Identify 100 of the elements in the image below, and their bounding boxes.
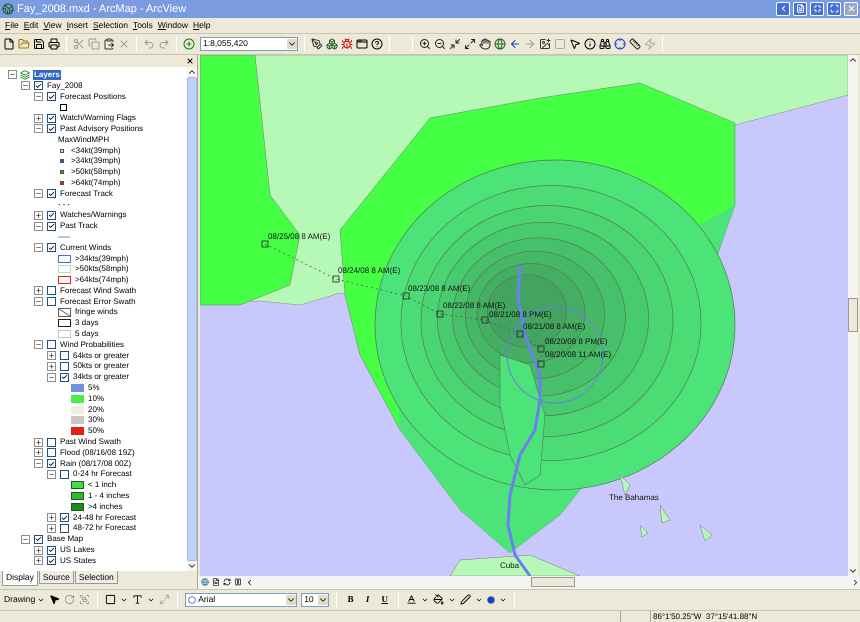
layer-checkbox[interactable]	[47, 243, 56, 252]
layer-checkbox[interactable]	[47, 459, 56, 468]
toc-item[interactable]: 64kts or greater	[73, 350, 130, 361]
panel-tab[interactable]: Display	[2, 570, 38, 586]
layer-checkbox[interactable]	[60, 524, 69, 533]
back-arrow-icon[interactable]	[509, 38, 521, 50]
window-button[interactable]	[793, 2, 807, 16]
font-color-icon[interactable]	[406, 594, 418, 606]
toc-item[interactable]: Forecast Positions	[60, 92, 126, 102]
new-document-icon[interactable]	[3, 38, 15, 50]
horizontal-scrollbar[interactable]	[245, 576, 860, 588]
toc-item[interactable]: 50kts or greater	[73, 361, 130, 372]
panel-tab[interactable]: Selection	[74, 570, 118, 584]
expand-toggle[interactable]	[47, 513, 56, 522]
data-view-icon[interactable]	[201, 578, 209, 586]
toc-item[interactable]: Past Wind Swath	[60, 437, 121, 448]
drawing-menu[interactable]: Drawing	[4, 593, 46, 606]
layer-checkbox[interactable]	[47, 297, 56, 306]
toc-item[interactable]: Watch/Warning Flags	[60, 113, 136, 124]
help-button[interactable]	[776, 2, 790, 16]
layer-checkbox[interactable]	[60, 362, 69, 371]
menu-item[interactable]: Edit	[24, 18, 38, 32]
layer-checkbox[interactable]	[60, 470, 69, 479]
paste-icon[interactable]	[103, 38, 115, 50]
menu-item[interactable]: Help	[193, 18, 211, 32]
rectangle-icon[interactable]	[105, 594, 116, 606]
toc-item[interactable]: 34kts or greater	[73, 372, 130, 382]
expand-toggle[interactable]	[34, 556, 43, 566]
layer-checkbox[interactable]	[47, 448, 56, 458]
toc-item[interactable]: Forecast Track	[60, 188, 113, 199]
layer-checkbox[interactable]	[47, 340, 56, 350]
layer-checkbox[interactable]	[60, 351, 69, 360]
toc-item[interactable]: 48-72 hr Forecast	[73, 523, 136, 534]
toc-item[interactable]: Past Advisory Positions	[60, 124, 144, 134]
toc-item[interactable]: Flood (08/16/08 19Z)	[60, 448, 135, 458]
open-folder-icon[interactable]	[18, 38, 30, 50]
layer-checkbox[interactable]	[47, 222, 56, 231]
toc-item[interactable]: Fay_2008	[47, 80, 83, 91]
toc-item[interactable]: Forecast Error Swath	[60, 296, 136, 307]
find-icon[interactable]	[599, 38, 611, 50]
font-size-field[interactable]: 10	[301, 592, 330, 607]
collapse-toggle[interactable]	[34, 243, 43, 252]
collapse-toggle[interactable]	[34, 459, 43, 468]
toc-item[interactable]: Past Track	[60, 221, 98, 232]
expand-toggle[interactable]	[34, 448, 43, 458]
help-pointer-icon[interactable]	[371, 38, 383, 50]
font-style-button[interactable]: U	[378, 593, 392, 607]
collapse-toggle[interactable]	[21, 81, 30, 90]
scale-field[interactable]: 1:8,055,420	[200, 36, 298, 51]
collapse-toggle[interactable]	[34, 92, 43, 102]
zoom-in-icon[interactable]	[419, 38, 431, 50]
layer-checkbox[interactable]	[60, 513, 69, 522]
fill-color-icon[interactable]	[433, 594, 444, 606]
expand-toggle[interactable]	[34, 546, 43, 555]
expand-toggle[interactable]	[34, 114, 43, 123]
collapse-toggle[interactable]	[8, 70, 17, 80]
expand-toggle[interactable]	[34, 210, 43, 220]
refresh-icon[interactable]	[223, 578, 231, 586]
toc-item[interactable]: US Lakes	[60, 545, 95, 556]
close-button[interactable]	[844, 2, 858, 16]
layer-checkbox[interactable]	[47, 556, 56, 566]
fixed-zoom-in-icon[interactable]	[449, 38, 461, 50]
collapse-toggle[interactable]	[47, 470, 56, 479]
text-tool-icon[interactable]	[132, 594, 144, 606]
collapse-toggle[interactable]	[21, 534, 30, 544]
font-style-button[interactable]: B	[344, 593, 358, 607]
toc-item[interactable]: Layers	[33, 70, 61, 80]
minimize-button[interactable]	[810, 2, 824, 16]
toc-item[interactable]: Rain (08/17/08 00Z)	[60, 458, 132, 469]
scroll-thumb[interactable]	[530, 577, 574, 588]
restore-button[interactable]	[827, 2, 841, 16]
fixed-zoom-out-icon[interactable]	[464, 38, 476, 50]
add-data-icon[interactable]	[183, 38, 195, 50]
pan-icon[interactable]	[479, 38, 491, 50]
layer-checkbox[interactable]	[47, 189, 56, 198]
toc-item[interactable]: Current Winds	[60, 242, 112, 253]
collapse-toggle[interactable]	[34, 297, 43, 306]
identify-icon[interactable]	[584, 38, 596, 50]
collapse-toggle[interactable]	[34, 189, 43, 198]
layer-checkbox[interactable]	[47, 114, 56, 123]
menu-item[interactable]: Selection	[92, 18, 128, 32]
menu-item[interactable]: Tools	[132, 18, 153, 32]
collapse-toggle[interactable]	[34, 124, 43, 134]
menu-item[interactable]: Insert	[66, 18, 88, 32]
scroll-thumb[interactable]	[848, 298, 858, 332]
layer-checkbox[interactable]	[47, 286, 56, 296]
layer-checkbox[interactable]	[34, 81, 43, 90]
layout-view-icon[interactable]	[212, 578, 220, 586]
toc-item[interactable]: Base Map	[47, 534, 84, 544]
toc-item[interactable]: Wind Probabilities	[60, 340, 124, 350]
window-icon[interactable]	[356, 38, 368, 50]
collapse-toggle[interactable]	[34, 340, 43, 350]
expand-toggle[interactable]	[47, 362, 56, 371]
full-extent-icon[interactable]	[494, 38, 506, 50]
menu-item[interactable]: File	[5, 18, 19, 32]
layer-checkbox[interactable]	[47, 210, 56, 220]
expand-toggle[interactable]	[34, 438, 43, 447]
font-style-button[interactable]: I	[361, 593, 374, 607]
collapse-toggle[interactable]	[34, 222, 43, 231]
expand-toggle[interactable]	[47, 351, 56, 360]
